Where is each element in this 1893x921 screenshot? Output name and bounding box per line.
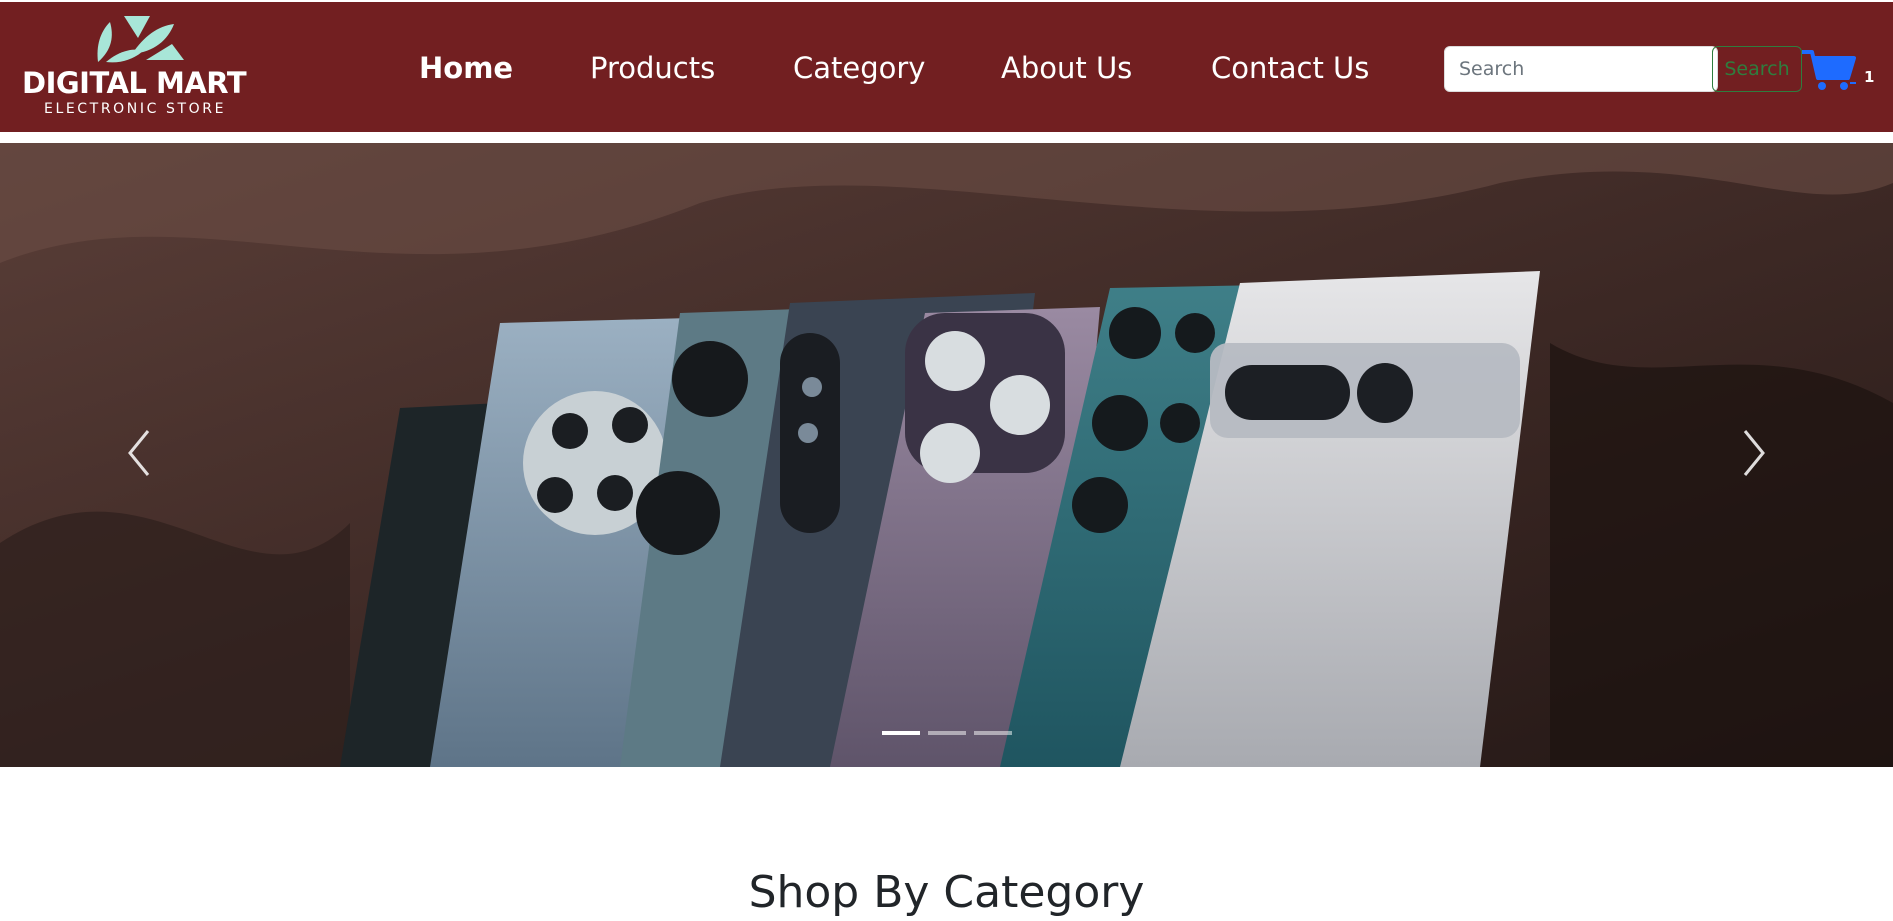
search-input[interactable] bbox=[1444, 46, 1718, 92]
carousel-prev-button[interactable] bbox=[110, 413, 170, 493]
chevron-right-icon bbox=[1743, 430, 1765, 476]
cart-count-badge: 1 bbox=[1864, 68, 1875, 86]
carousel-indicator-3[interactable] bbox=[974, 731, 1012, 735]
carousel-indicator-2[interactable] bbox=[928, 731, 966, 735]
navbar: DIGITAL MART ELECTRONIC STORE Home Produ… bbox=[0, 2, 1893, 132]
search-button[interactable]: Search bbox=[1712, 46, 1802, 92]
nav-category[interactable]: Category bbox=[793, 50, 925, 86]
carousel-slide-image bbox=[0, 143, 1893, 767]
nav-home[interactable]: Home bbox=[419, 50, 513, 86]
carousel-indicator-1[interactable] bbox=[882, 731, 920, 735]
shopping-cart-icon bbox=[1802, 50, 1856, 90]
carousel-indicators bbox=[880, 731, 1020, 741]
cart-button[interactable]: 1 bbox=[1800, 42, 1876, 96]
carousel-next-button[interactable] bbox=[1723, 413, 1783, 493]
hero-carousel bbox=[0, 143, 1893, 767]
section-title-shop-by-category: Shop By Category bbox=[748, 866, 1145, 918]
nav-contact-us[interactable]: Contact Us bbox=[1211, 50, 1369, 86]
nav-about-us[interactable]: About Us bbox=[1001, 50, 1132, 86]
chevron-left-icon bbox=[128, 430, 150, 476]
nav-products[interactable]: Products bbox=[590, 50, 715, 86]
